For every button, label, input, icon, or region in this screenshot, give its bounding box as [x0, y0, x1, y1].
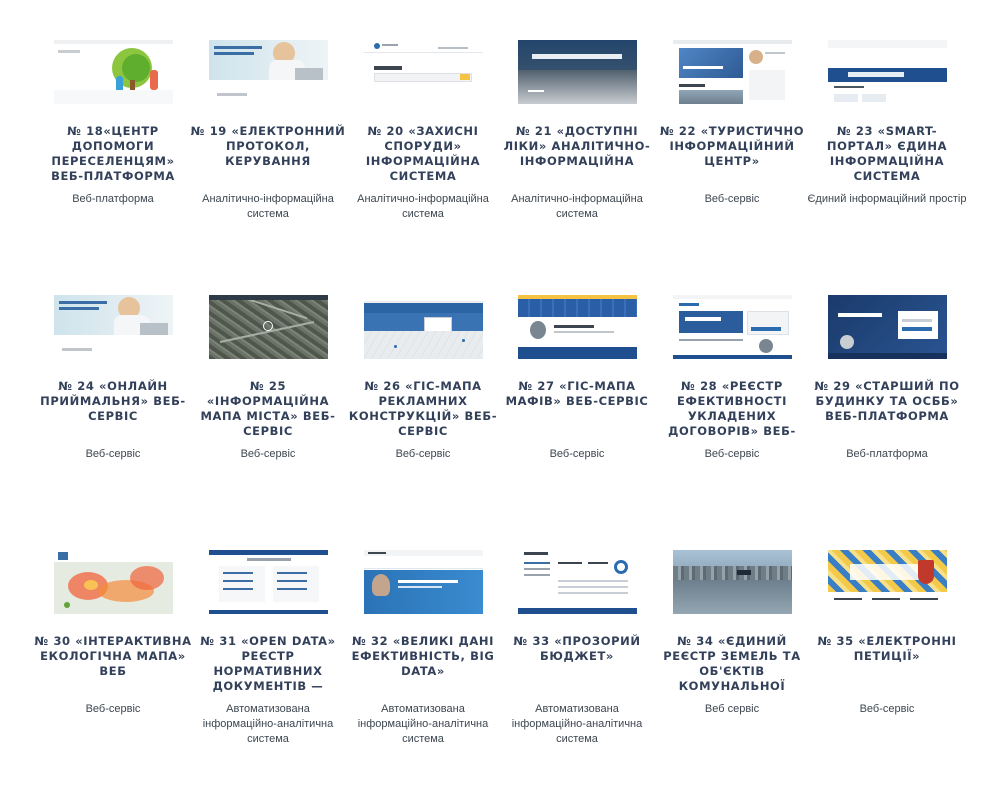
- project-type: Веб-платформа: [846, 448, 928, 460]
- project-title[interactable]: № 28 «РЕЄСТР ЕФЕКТИВНОСТІ УКЛАДЕНИХ ДОГО…: [652, 379, 812, 439]
- project-type: Веб-сервіс: [859, 703, 915, 715]
- project-title[interactable]: № 35 «ЕЛЕКТРОННІ ПЕТИЦІЇ»: [807, 634, 967, 694]
- project-type: Веб-сервіс: [85, 703, 141, 715]
- project-title[interactable]: № 25 «ІНФОРМАЦІЙНА МАПА МІСТА» ВЕБ-СЕРВІ…: [188, 379, 348, 439]
- project-thumbnail[interactable]: [673, 40, 792, 104]
- project-title[interactable]: № 32 «ВЕЛИКІ ДАНІ ЕФЕКТИВНІСТЬ, BIG DATA…: [343, 634, 503, 694]
- project-thumbnail[interactable]: [54, 295, 173, 359]
- project-title[interactable]: № 19 «ЕЛЕКТРОННИЙ ПРОТОКОЛ, КЕРУВАННЯ: [188, 124, 348, 184]
- project-type: Аналітично-інформаційна система: [357, 193, 489, 220]
- project-title[interactable]: № 20 «ЗАХИСНІ СПОРУДИ» ІНФОРМАЦІЙНА СИСТ…: [343, 124, 503, 184]
- project-thumbnail[interactable]: [673, 550, 792, 614]
- project-title[interactable]: № 33 «ПРОЗОРИЙ БЮДЖЕТ»: [497, 634, 657, 694]
- project-type: Аналітично-інформаційна система: [511, 193, 643, 220]
- project-type: Веб-сервіс: [395, 448, 451, 460]
- project-title[interactable]: № 29 «СТАРШИЙ ПО БУДИНКУ ТА ОСББ» ВЕБ-ПЛ…: [807, 379, 967, 439]
- project-type: Веб-сервіс: [704, 193, 760, 205]
- project-type: Автоматизована інформаційно-аналітична с…: [357, 703, 489, 745]
- project-type: Веб-сервіс: [85, 448, 141, 460]
- project-type: Автоматизована інформаційно-аналітична с…: [202, 703, 334, 745]
- project-type: Веб-сервіс: [549, 448, 605, 460]
- project-thumbnail[interactable]: [209, 550, 328, 614]
- project-thumbnail[interactable]: [673, 295, 792, 359]
- project-thumbnail[interactable]: [364, 295, 483, 359]
- project-title[interactable]: № 27 «ГІС-МАПА МАФІВ» ВЕБ-СЕРВІС: [497, 379, 657, 439]
- project-thumbnail[interactable]: [364, 550, 483, 614]
- project-thumbnail[interactable]: [518, 40, 637, 104]
- project-thumbnail[interactable]: [828, 40, 947, 104]
- project-title[interactable]: № 18«ЦЕНТР ДОПОМОГИ ПЕРЕСЕЛЕНЦЯМ» ВЕБ-ПЛ…: [33, 124, 193, 184]
- project-type: Аналітично-інформаційна система: [202, 193, 334, 220]
- project-thumbnail[interactable]: [209, 295, 328, 359]
- project-type: Автоматизована інформаційно-аналітична с…: [511, 703, 643, 745]
- projects-grid: № 18«ЦЕНТР ДОПОМОГИ ПЕРЕСЕЛЕНЦЯМ» ВЕБ-ПЛ…: [0, 0, 1008, 785]
- project-title[interactable]: № 30 «ІНТЕРАКТИВНА ЕКОЛОГІЧНА МАПА» ВЕБ: [33, 634, 193, 694]
- project-thumbnail[interactable]: [54, 550, 173, 614]
- project-thumbnail[interactable]: [54, 40, 173, 104]
- project-thumbnail[interactable]: [209, 40, 328, 104]
- project-title[interactable]: № 22 «ТУРИСТИЧНО ІНФОРМАЦІЙНИЙ ЦЕНТР»: [652, 124, 812, 184]
- project-thumbnail[interactable]: [518, 295, 637, 359]
- project-type: Єдиний інформаційний простір: [807, 193, 967, 205]
- project-thumbnail[interactable]: [828, 295, 947, 359]
- project-type: Веб-сервіс: [704, 448, 760, 460]
- project-title[interactable]: № 31 «OPEN DATA» РЕЄСТР НОРМАТИВНИХ ДОКУ…: [188, 634, 348, 694]
- project-type: Веб-сервіс: [240, 448, 296, 460]
- project-title[interactable]: № 21 «ДОСТУПНІ ЛІКИ» АНАЛІТИЧНО-ІНФОРМАЦ…: [497, 124, 657, 184]
- project-title[interactable]: № 26 «ГІС-МАПА РЕКЛАМНИХ КОНСТРУКЦІЙ» ВЕ…: [343, 379, 503, 439]
- project-thumbnail[interactable]: [364, 40, 483, 104]
- project-type: Веб-платформа: [72, 193, 154, 205]
- project-title[interactable]: № 34 «ЄДИНИЙ РЕЄСТР ЗЕМЕЛЬ ТА ОБ'ЄКТІВ К…: [652, 634, 812, 694]
- project-title[interactable]: № 23 «SMART-ПОРТАЛ» ЄДИНА ІНФОРМАЦІЙНА С…: [807, 124, 967, 184]
- project-type: Веб сервіс: [704, 703, 760, 715]
- project-thumbnail[interactable]: [828, 550, 947, 614]
- project-title[interactable]: № 24 «ОНЛАЙН ПРИЙМАЛЬНЯ» ВЕБ-СЕРВІС: [33, 379, 193, 439]
- project-thumbnail[interactable]: [518, 550, 637, 614]
